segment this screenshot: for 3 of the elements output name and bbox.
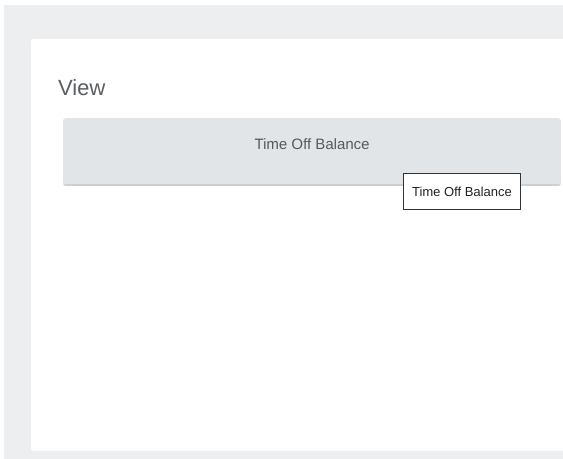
tooltip: Time Off Balance [403, 173, 521, 210]
panel-title: View [58, 75, 106, 101]
time-off-button[interactable]: Time Off Balance [63, 118, 561, 186]
